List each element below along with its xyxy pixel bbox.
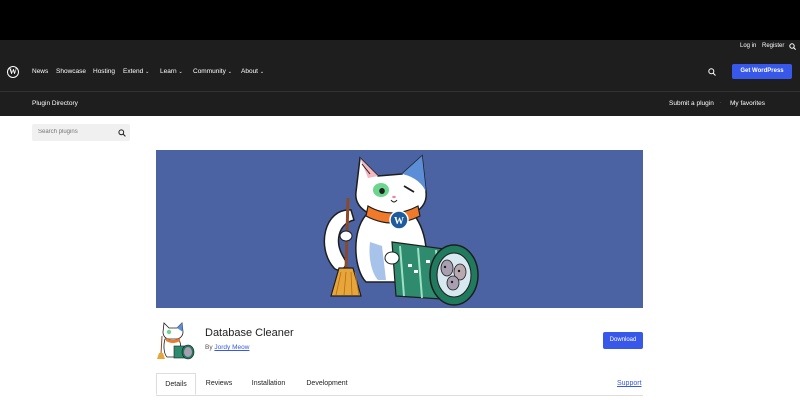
author-prefix: By (205, 344, 213, 351)
submit-plugin-link[interactable]: Submit a plugin (669, 100, 714, 107)
nav-extend-label: Extend (123, 68, 144, 75)
plugin-icon (157, 322, 195, 360)
utility-bar: Log in Register (0, 40, 800, 53)
chevron-down-icon: ⌄ (259, 69, 265, 75)
plugin-search (32, 124, 130, 141)
search-icon[interactable] (118, 129, 126, 137)
get-wordpress-button[interactable]: Get WordPress (732, 64, 792, 79)
plugin-directory-link[interactable]: Plugin Directory (32, 100, 78, 107)
register-link[interactable]: Register (762, 43, 784, 49)
chevron-down-icon: ⌄ (145, 69, 150, 75)
plugin-banner: W (156, 150, 643, 308)
plugin-tabs: Details Reviews Installation Development (156, 373, 643, 396)
separator-dot: · (720, 100, 722, 106)
plugin-search-input[interactable] (38, 126, 108, 138)
download-button[interactable]: Download (603, 332, 643, 349)
support-link[interactable]: Support (617, 380, 642, 387)
author-link[interactable]: Jordy Meow (214, 344, 249, 351)
nav-learn-label: Learn (160, 68, 177, 75)
nav-showcase[interactable]: Showcase (56, 68, 86, 75)
plugin-title: Database Cleaner (205, 327, 294, 339)
nav-about-label: About (241, 68, 258, 75)
wordpress-logo-icon[interactable]: W (7, 66, 19, 78)
tab-development[interactable]: Development (302, 373, 352, 395)
cat-mascot-icon (157, 322, 195, 360)
search-icon[interactable] (789, 43, 796, 50)
nav-community-label: Community (193, 68, 226, 75)
plugin-author: By Jordy Meow (205, 344, 249, 351)
chevron-down-icon: ⌄ (178, 69, 183, 75)
svg-text:W: W (394, 216, 404, 227)
nav-news[interactable]: News (32, 68, 48, 75)
chevron-down-icon: ⌄ (227, 69, 232, 75)
tab-installation[interactable]: Installation (246, 373, 291, 395)
cat-mascot-illustration: W (323, 154, 479, 306)
tab-details[interactable]: Details (156, 373, 196, 395)
my-favorites-link[interactable]: My favorites (730, 100, 765, 107)
login-link[interactable]: Log in (740, 43, 756, 49)
main-nav: News Showcase Hosting Extend ⌄ Learn ⌄ C… (0, 53, 800, 91)
nav-extend[interactable]: Extend ⌄ (123, 68, 149, 75)
nav-learn[interactable]: Learn ⌄ (160, 68, 183, 75)
window-top-bar (0, 0, 800, 40)
search-icon[interactable] (708, 68, 716, 76)
nav-hosting[interactable]: Hosting (93, 68, 115, 75)
nav-about[interactable]: About ⌄ (241, 68, 264, 75)
tab-reviews[interactable]: Reviews (200, 373, 238, 395)
nav-community[interactable]: Community ⌄ (193, 68, 232, 75)
plugin-directory-bar: Plugin Directory Submit a plugin · My fa… (0, 91, 800, 116)
